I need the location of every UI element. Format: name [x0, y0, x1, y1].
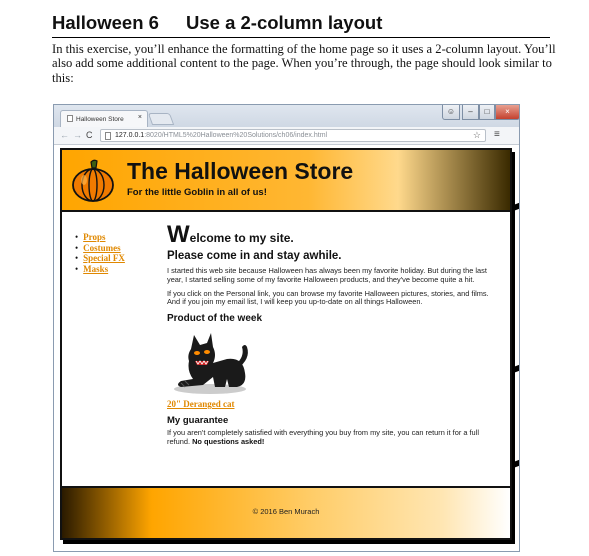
- maximize-button[interactable]: □: [479, 105, 495, 120]
- page-info-icon[interactable]: [105, 132, 111, 140]
- tab-title: Halloween Store: [76, 116, 124, 123]
- bookmark-star-icon[interactable]: ☆: [473, 130, 481, 141]
- guarantee-emphasis: No questions asked!: [192, 436, 265, 446]
- product-link[interactable]: 20" Deranged cat: [167, 399, 497, 409]
- welcome-subheading: Please come in and stay awhile.: [167, 250, 342, 262]
- sidebar-item-costumes: Costumes: [75, 243, 155, 254]
- welcome-initial: W: [167, 221, 190, 248]
- shadow-decoration: [512, 459, 519, 469]
- main-content: Welcome to my site. Please come in and s…: [167, 221, 497, 447]
- shadow-decoration: [512, 364, 519, 374]
- guarantee-text: If you aren't completely satisfied with …: [167, 428, 489, 447]
- forward-arrow-icon[interactable]: →: [73, 130, 82, 141]
- nav-link-masks[interactable]: Masks: [83, 264, 108, 274]
- user-icon[interactable]: ☺: [442, 105, 460, 120]
- nav-link-special-fx[interactable]: Special FX: [83, 253, 125, 263]
- site-footer: © 2016 Ben Murach: [62, 486, 510, 538]
- back-arrow-icon[interactable]: ←: [60, 130, 69, 141]
- page-icon: [67, 115, 73, 122]
- site-header: The Halloween Store For the little Gobli…: [62, 150, 510, 212]
- welcome-text: elcome to my site.: [189, 231, 294, 245]
- sidebar-item-masks: Masks: [75, 264, 155, 275]
- new-tab-button[interactable]: [147, 113, 175, 125]
- address-bar[interactable]: 127.0.0.1:8020/HTML5%20Halloween%20Solut…: [100, 129, 486, 142]
- pumpkin-icon: [72, 159, 114, 202]
- exercise-heading: Halloween 6 Use a 2-column layout: [52, 12, 550, 38]
- copyright-text: © 2016 Ben Murach: [252, 507, 320, 516]
- shadow-decoration: [512, 202, 519, 212]
- browser-menu-icon[interactable]: ≡: [494, 129, 500, 140]
- browser-tab[interactable]: Halloween Store ×: [60, 110, 148, 127]
- product-heading: Product of the week: [167, 313, 263, 325]
- tab-close-icon[interactable]: ×: [138, 114, 142, 121]
- site-tagline: For the little Goblin in all of us!: [127, 187, 267, 198]
- personal-paragraph: If you click on the Personal link, you c…: [167, 288, 489, 307]
- nav-link-props[interactable]: Props: [83, 232, 105, 242]
- intro-paragraph: I started this web site because Hallowee…: [167, 266, 487, 284]
- url-host: 127.0.0.1: [115, 132, 145, 139]
- browser-toolbar: ← → C 127.0.0.1:8020/HTML5%20Halloween%2…: [54, 127, 519, 145]
- browser-viewport: The Halloween Store For the little Gobli…: [54, 146, 519, 551]
- nav-link-costumes[interactable]: Costumes: [83, 243, 121, 253]
- exercise-title: Use a 2-column layout: [186, 12, 383, 33]
- exercise-intro: In this exercise, you’ll enhance the for…: [52, 42, 556, 85]
- browser-titlebar: Halloween Store × ☺ – □ ×: [54, 105, 519, 127]
- minimize-button[interactable]: –: [462, 105, 479, 120]
- sidebar-item-special-fx: Special FX: [75, 253, 155, 264]
- exercise-number: Halloween 6: [52, 12, 159, 33]
- sidebar-item-props: Props: [75, 232, 155, 243]
- close-window-button[interactable]: ×: [495, 105, 519, 120]
- halloween-page: The Halloween Store For the little Gobli…: [60, 148, 512, 540]
- site-title: The Halloween Store: [127, 158, 354, 184]
- guarantee-heading: My guarantee: [167, 415, 229, 427]
- url-path: :8020/HTML5%20Halloween%20Solutions/ch06…: [144, 132, 328, 139]
- reload-icon[interactable]: C: [86, 130, 93, 141]
- welcome-heading: Welcome to my site.: [167, 221, 497, 249]
- sidebar-nav: Props Costumes Special FX Masks: [75, 232, 155, 274]
- deranged-cat-image[interactable]: [167, 329, 253, 395]
- browser-window-screenshot: Halloween Store × ☺ – □ × ← → C 127.0.0.…: [53, 104, 520, 552]
